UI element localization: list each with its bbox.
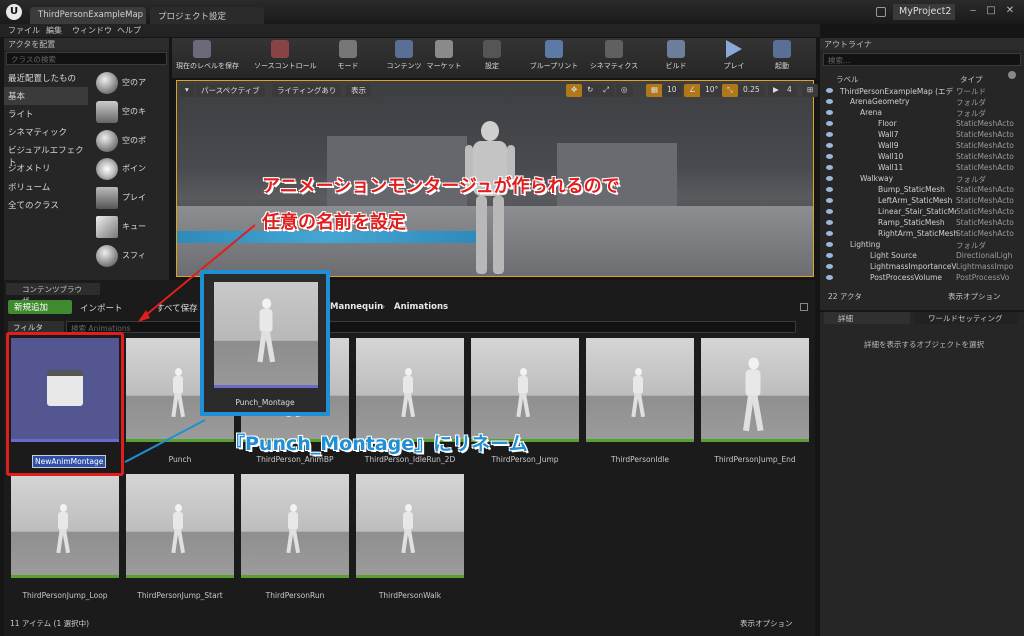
- renamed-preview-callout: Punch_Montage: [200, 270, 330, 416]
- annotation-arrows: [124, 224, 256, 463]
- red-arrowhead: [138, 310, 150, 322]
- preview-thumbnail: [214, 282, 318, 388]
- annotation-rename: 『Punch_Montage』にリネーム: [226, 433, 528, 455]
- annotation-line2: 任意の名前を設定: [262, 212, 406, 233]
- blue-arrow: [124, 419, 206, 463]
- preview-label: Punch_Montage: [235, 398, 295, 407]
- annotation-line1: アニメーションモンタージュが作られるので: [262, 176, 620, 197]
